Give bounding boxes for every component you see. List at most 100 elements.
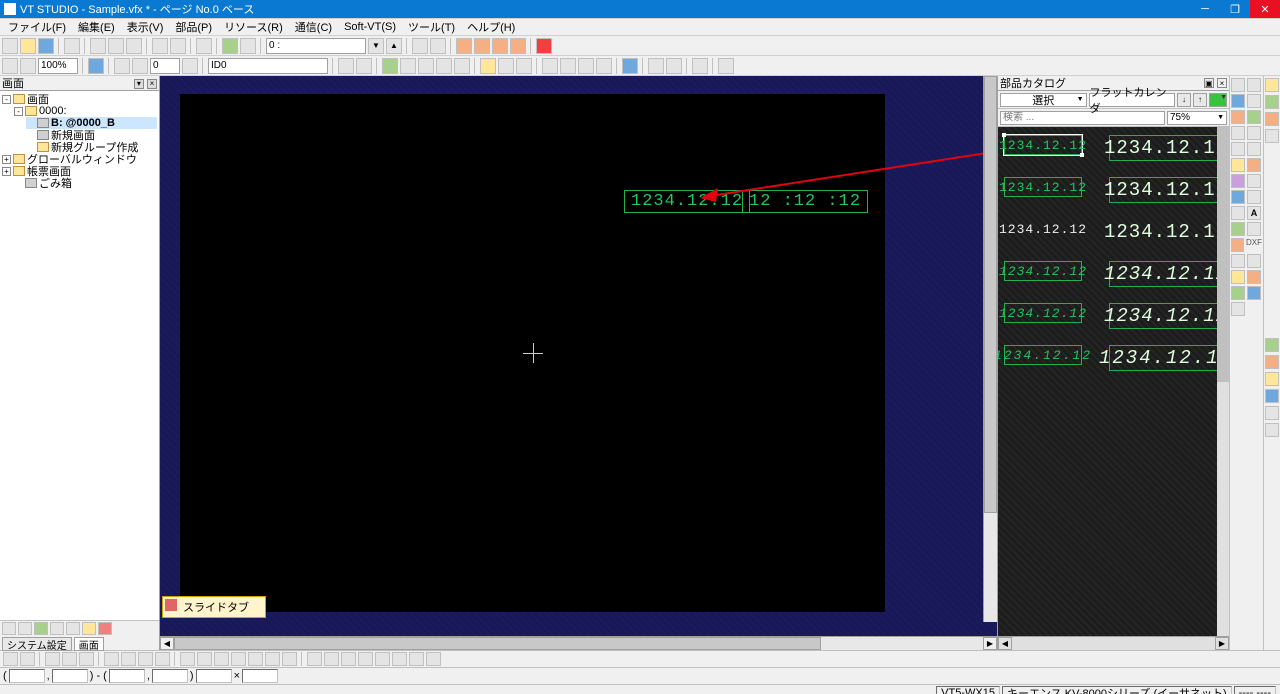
page-combo[interactable]: 0 : bbox=[266, 38, 366, 54]
rs3-ic-4[interactable] bbox=[1265, 389, 1279, 403]
tl-10-icon[interactable] bbox=[560, 58, 576, 74]
rs-ic-15[interactable] bbox=[1231, 190, 1245, 204]
catalog-zoom-dropdown[interactable]: 75% bbox=[1167, 111, 1227, 125]
bt-4-icon[interactable] bbox=[104, 652, 119, 666]
time-display-component[interactable]: 12 :12 :12 bbox=[742, 190, 868, 213]
tl-11-icon[interactable] bbox=[578, 58, 594, 74]
tl-12-icon[interactable] bbox=[596, 58, 612, 74]
spin-up-icon[interactable] bbox=[182, 58, 198, 74]
catalog-item-6[interactable]: 1234.12.12 bbox=[1109, 219, 1223, 245]
rs-ic-9[interactable] bbox=[1231, 142, 1245, 156]
receive-icon[interactable] bbox=[430, 38, 446, 54]
bt-select-icon[interactable] bbox=[20, 652, 35, 666]
coord-x2[interactable] bbox=[109, 669, 145, 683]
rs-ic-20[interactable] bbox=[1247, 222, 1261, 236]
rs-ic-10[interactable] bbox=[1247, 142, 1261, 156]
new-icon[interactable] bbox=[2, 38, 18, 54]
rs2-ic-2[interactable] bbox=[1265, 95, 1279, 109]
rs-ic-11[interactable] bbox=[1231, 158, 1245, 172]
slide-tab[interactable]: スライドタブ bbox=[162, 596, 266, 618]
tl-7-icon[interactable] bbox=[498, 58, 514, 74]
page-down-icon[interactable]: ▼ bbox=[368, 38, 384, 54]
rs-ic-12[interactable] bbox=[1247, 158, 1261, 172]
bt-11-icon[interactable] bbox=[231, 652, 246, 666]
tree-tool-2-icon[interactable] bbox=[18, 622, 32, 635]
cut-icon[interactable] bbox=[90, 38, 106, 54]
rs-ic-25[interactable] bbox=[1231, 270, 1245, 284]
date-display-component[interactable]: 1234.12.12 bbox=[624, 190, 750, 213]
coord-y1[interactable] bbox=[52, 669, 88, 683]
undo-icon[interactable] bbox=[152, 38, 168, 54]
tl-1-icon[interactable] bbox=[382, 58, 398, 74]
catalog-type-dropdown[interactable]: フラットカレンダ bbox=[1089, 93, 1176, 107]
tree-body[interactable]: -画面 -0000: B: @0000_B 新規画面 新規グループ作成 +グロー… bbox=[0, 91, 159, 620]
catalog-item-2[interactable]: 1234.12.12 bbox=[1109, 135, 1223, 161]
menu-tools[interactable]: ツール(T) bbox=[402, 18, 461, 36]
rs3-ic-5[interactable] bbox=[1265, 406, 1279, 420]
menu-comm[interactable]: 通信(C) bbox=[289, 18, 338, 36]
tree-tool-6-icon[interactable] bbox=[82, 622, 96, 635]
tree-tool-3-icon[interactable] bbox=[34, 622, 48, 635]
catalog-hscroll[interactable]: ◀ ▶ bbox=[998, 636, 1229, 650]
tl-4-icon[interactable] bbox=[436, 58, 452, 74]
print2-icon[interactable] bbox=[196, 38, 212, 54]
tree-trash[interactable]: ごみ箱 bbox=[39, 175, 72, 191]
rs-ic-29[interactable] bbox=[1231, 302, 1245, 316]
catalog-item-11[interactable]: 1234.12.12 bbox=[1004, 345, 1082, 365]
tree-tool-4-icon[interactable] bbox=[50, 622, 64, 635]
rs-ic-27[interactable] bbox=[1231, 286, 1245, 300]
catalog-body[interactable]: 1234.12.12 1234.12.12 1234.12.12 1234.12… bbox=[998, 127, 1229, 636]
menu-parts[interactable]: 部品(P) bbox=[169, 18, 218, 36]
id-combo[interactable]: ID0 bbox=[208, 58, 328, 74]
bt-19-icon[interactable] bbox=[375, 652, 390, 666]
tab-screen[interactable]: 画面 bbox=[74, 637, 104, 651]
rs-ic-5[interactable] bbox=[1231, 110, 1245, 124]
bt-2-icon[interactable] bbox=[62, 652, 77, 666]
catalog-item-9[interactable]: 1234.12.12 bbox=[1004, 303, 1082, 323]
open-icon[interactable] bbox=[20, 38, 36, 54]
paste-icon[interactable] bbox=[126, 38, 142, 54]
catalog-up-button[interactable]: ↑ bbox=[1193, 93, 1207, 107]
catalog-select-dropdown[interactable]: 選択▼ bbox=[1000, 93, 1087, 107]
tab-system-settings[interactable]: システム設定 bbox=[2, 637, 72, 651]
catalog-color-button[interactable] bbox=[1209, 93, 1227, 107]
color-icon[interactable] bbox=[536, 38, 552, 54]
bt-6-icon[interactable] bbox=[138, 652, 153, 666]
rs-ic-14[interactable] bbox=[1247, 174, 1261, 188]
close-button[interactable]: ✕ bbox=[1250, 0, 1280, 18]
tree-tool-5-icon[interactable] bbox=[66, 622, 80, 635]
catalog-pin-icon[interactable]: ▣ bbox=[1204, 78, 1214, 88]
tl-16-icon[interactable] bbox=[692, 58, 708, 74]
tree-tool-7-icon[interactable] bbox=[98, 622, 112, 635]
bt-14-icon[interactable] bbox=[282, 652, 297, 666]
zoom-out-icon[interactable] bbox=[2, 58, 18, 74]
tl-9-icon[interactable] bbox=[542, 58, 558, 74]
tl-17-icon[interactable] bbox=[718, 58, 734, 74]
rs-ic-3[interactable] bbox=[1231, 94, 1245, 108]
bt-22-icon[interactable] bbox=[426, 652, 441, 666]
transfer-icon[interactable] bbox=[412, 38, 428, 54]
edit-icon[interactable] bbox=[222, 38, 238, 54]
zoom-in-icon[interactable] bbox=[20, 58, 36, 74]
catalog-item-4[interactable]: 1234.12.12 bbox=[1109, 177, 1223, 203]
replace-icon[interactable] bbox=[356, 58, 372, 74]
canvas-vscroll[interactable] bbox=[983, 76, 997, 622]
tool-c-icon[interactable] bbox=[492, 38, 508, 54]
bt-1-icon[interactable] bbox=[45, 652, 60, 666]
design-canvas[interactable]: 1234.12.12 12 :12 :12 スライドタブ bbox=[160, 76, 997, 636]
rs-ic-23[interactable] bbox=[1231, 254, 1245, 268]
rs3-ic-1[interactable] bbox=[1265, 338, 1279, 352]
rs-ic-17[interactable] bbox=[1231, 206, 1245, 220]
bt-7-icon[interactable] bbox=[155, 652, 170, 666]
tool-b-icon[interactable] bbox=[474, 38, 490, 54]
page-up-icon[interactable]: ▲ bbox=[386, 38, 402, 54]
vspacing-icon[interactable] bbox=[132, 58, 148, 74]
catalog-item-7[interactable]: 1234.12.12 bbox=[1004, 261, 1082, 281]
menu-resource[interactable]: リソース(R) bbox=[218, 18, 289, 36]
catalog-item-5[interactable]: 1234.12.12 bbox=[1004, 219, 1082, 239]
rs-ic-28[interactable] bbox=[1247, 286, 1261, 300]
rs2-ic-4[interactable] bbox=[1265, 129, 1279, 143]
menu-help[interactable]: ヘルプ(H) bbox=[461, 18, 521, 36]
redo-icon[interactable] bbox=[170, 38, 186, 54]
rs-ic-21[interactable] bbox=[1231, 238, 1244, 252]
